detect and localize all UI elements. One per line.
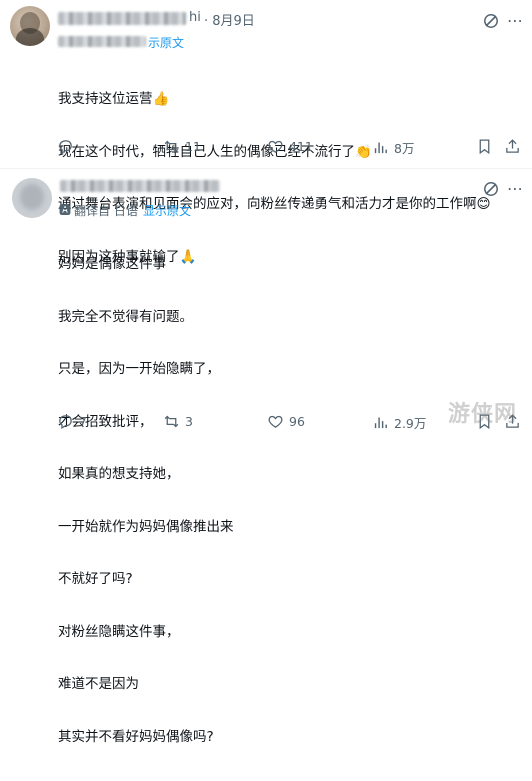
bookmark-button[interactable] (476, 138, 493, 159)
avatar[interactable] (10, 6, 50, 46)
avatar[interactable] (12, 178, 52, 218)
blurred-display-name (58, 12, 186, 25)
like-count: 96 (289, 414, 305, 429)
repost-count: 3 (185, 414, 193, 429)
translate-label: 翻译自 日语 (74, 204, 138, 218)
repost-count: 11 (185, 139, 201, 154)
post-line: 只是，因为一开始隐瞒了， (58, 361, 220, 377)
post-line: 我支持这位运营👍 (58, 91, 170, 107)
handle-tail: hi (189, 10, 201, 25)
share-button[interactable] (504, 138, 521, 159)
post-line: 如果真的想支持她， (58, 466, 180, 482)
post-date[interactable]: · 8月9日 (204, 10, 255, 29)
views-count: 8万 (394, 141, 415, 156)
show-original-link[interactable]: 示原文 (148, 34, 184, 51)
more-icon[interactable]: ⋯ (506, 12, 524, 30)
post-line: 其实并不看好妈妈偶像吗? (58, 728, 214, 745)
post-line: 对粉丝隐瞒这件事， (58, 623, 180, 640)
reply-icon (59, 415, 72, 430)
views-button[interactable]: 8万 (372, 138, 414, 157)
like-button[interactable]: 411 (267, 138, 313, 155)
views-icon (374, 417, 387, 429)
repost-button[interactable]: 11 (163, 138, 201, 155)
avatar-figure-body (16, 28, 44, 46)
like-button[interactable]: 96 (267, 413, 305, 430)
share-icon (506, 139, 519, 153)
post-body: 妈妈是偶像这件事 我完全不觉得有问题。 只是，因为一开始隐瞒了， 才会招致批评，… (58, 221, 234, 781)
like-icon (268, 140, 283, 153)
site-watermark: 游侠网 (448, 402, 518, 427)
blurred-translation-label (58, 36, 146, 47)
avatar-blur (20, 184, 44, 210)
blurred-display-name (60, 180, 220, 192)
views-count: 2.9万 (394, 416, 427, 431)
repost-button[interactable]: 3 (163, 413, 193, 430)
post-line: 我完全不觉得有问题。 (58, 308, 193, 325)
translate-icon: 🅰 (59, 203, 72, 217)
post-line: 妈妈是偶像这件事 (58, 256, 166, 272)
views-button[interactable]: 2.9万 (372, 413, 426, 432)
reply-button[interactable]: 7 (57, 413, 87, 430)
reply-button[interactable] (57, 138, 74, 159)
more-icon[interactable]: ⋯ (506, 180, 524, 198)
reply-icon (59, 140, 72, 155)
like-count: 411 (289, 139, 313, 154)
views-icon (374, 142, 387, 154)
like-icon (268, 415, 283, 428)
post-line: 一开始就作为妈妈偶像推出来 (58, 518, 234, 535)
grok-icon[interactable] (482, 12, 500, 30)
post-line: 不就好了吗? (58, 571, 133, 587)
bookmark-icon (479, 139, 490, 155)
reply-count: 7 (79, 414, 87, 429)
show-original-link[interactable]: 显示原文 (143, 202, 191, 219)
repost-icon (164, 415, 179, 428)
repost-icon (164, 140, 179, 153)
post[interactable]: hi · 8月9日 ⋯ 示原文 我支持这位运营👍 现在这个时代，牺牲自己人生的偶… (0, 0, 532, 265)
grok-icon[interactable] (482, 180, 500, 198)
post-line: 难道不是因为 (58, 676, 139, 692)
